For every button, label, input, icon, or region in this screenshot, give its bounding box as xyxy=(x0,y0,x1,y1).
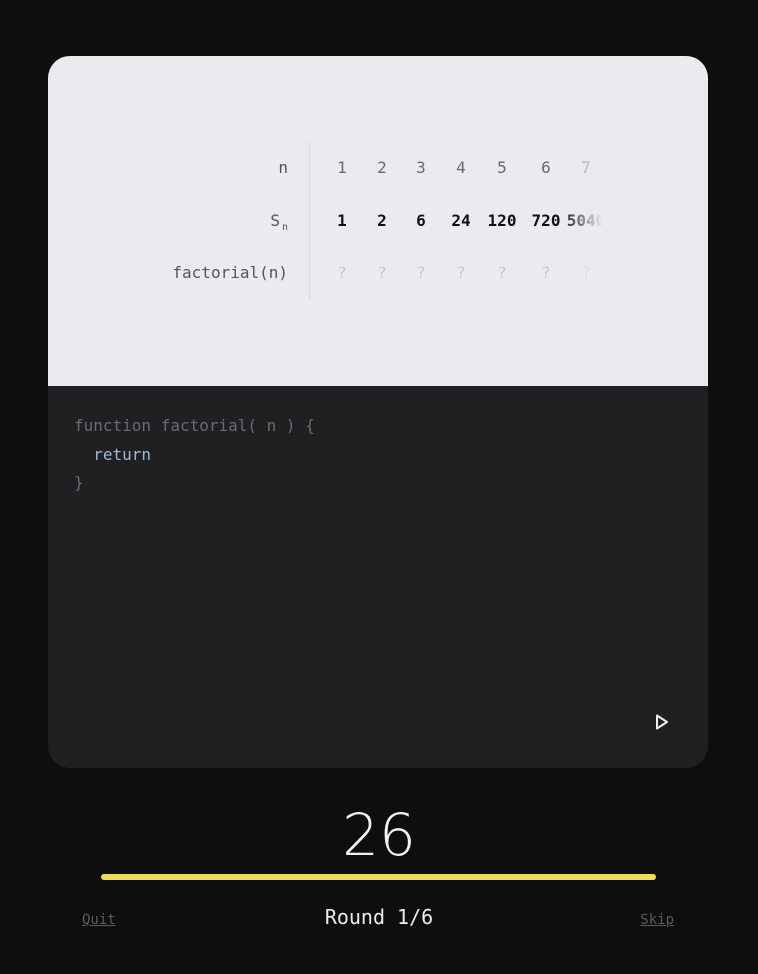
cell-factorial-value: ? xyxy=(377,263,387,282)
run-button[interactable] xyxy=(648,708,676,736)
row-label-factorial: factorial(n) xyxy=(172,263,288,282)
row-label-sequence-sub: n xyxy=(281,222,288,233)
cell-n: 7 xyxy=(581,158,591,177)
timer-bar xyxy=(101,874,656,880)
cell-n: 6 xyxy=(541,158,551,177)
puzzle-card: n Sn factorial(n) 1 1? 2 2? 3 6? 4 24? 5 120? 6 720… xyxy=(48,56,708,768)
cell-sequence-value: 24 xyxy=(451,211,471,230)
cell-sequence-value: 1 xyxy=(337,211,347,230)
cell-n: 2 xyxy=(377,158,387,177)
cell-sequence-value: 720 xyxy=(531,211,561,230)
skip-link[interactable]: Skip xyxy=(640,910,674,930)
cell-factorial-value: ? xyxy=(337,263,347,282)
cell-n: 5 xyxy=(497,158,507,177)
cell-sequence-value: 5040 xyxy=(566,211,606,230)
cell-n: 1 xyxy=(337,158,347,177)
code-line-2[interactable]: return xyxy=(74,441,315,470)
cell-n: 3 xyxy=(416,158,426,177)
sequence-panel: n Sn factorial(n) 1 1? 2 2? 3 6? 4 24? 5 120? 6 720… xyxy=(48,56,708,386)
score: 26 xyxy=(342,801,416,869)
cell-factorial-value: ? xyxy=(416,263,426,282)
play-icon xyxy=(656,714,668,730)
timer-bar-fill xyxy=(101,874,656,880)
code-editor[interactable]: function factorial( n ) { return } xyxy=(74,412,315,498)
cell-sequence-value: 120 xyxy=(487,211,517,230)
code-line-1: function factorial( n ) { xyxy=(74,416,315,435)
cell-factorial-value: ? xyxy=(541,263,551,282)
row-label-sequence: Sn xyxy=(270,209,288,233)
row-label-sequence-main: S xyxy=(270,211,280,230)
cell-sequence-value: 6 xyxy=(416,211,426,230)
cell-factorial-value: ? xyxy=(581,263,591,282)
cell-sequence-value: 2 xyxy=(377,211,387,230)
cell-factorial-value: ? xyxy=(456,263,466,282)
sequence-columns: 1 1? 2 2? 3 6? 4 24? 5 120? 6 720? 7 5040? xyxy=(310,56,610,386)
row-label-n: n xyxy=(278,158,288,177)
cell-n: 4 xyxy=(456,158,466,177)
code-return-keyword: return xyxy=(93,444,152,464)
row-labels: n Sn factorial(n) xyxy=(48,56,310,386)
cell-factorial-value: ? xyxy=(497,263,507,282)
code-line-3: } xyxy=(74,473,84,492)
